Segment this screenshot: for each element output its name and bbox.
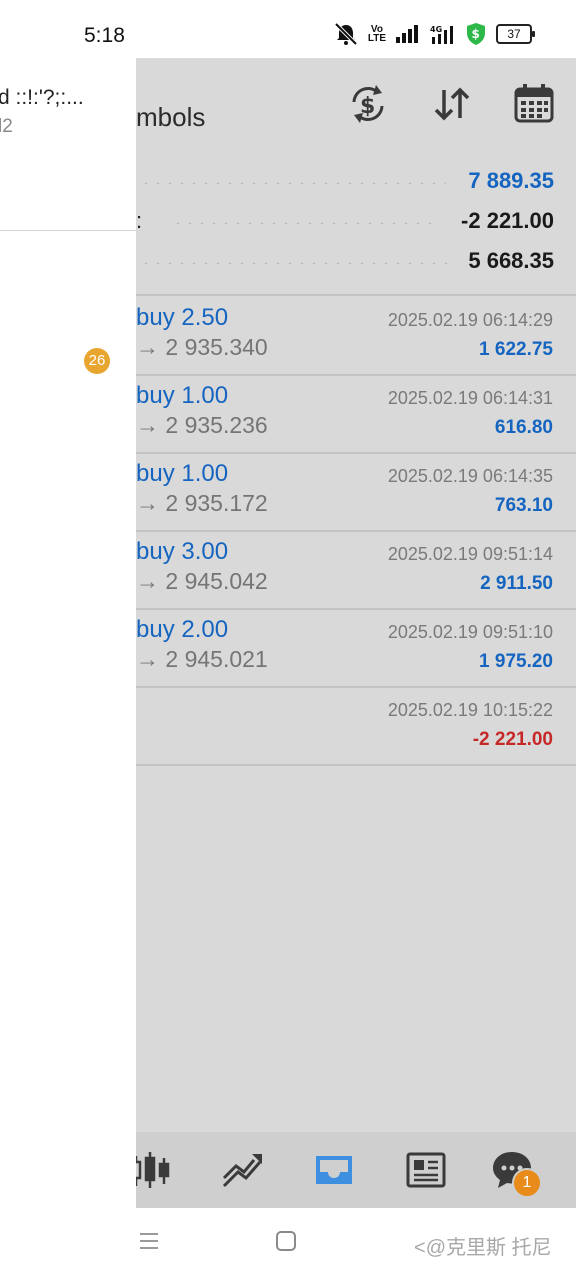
trade-row[interactable]: buy 2.50 → 2 935.340 2025.02.19 06:14:29… — [136, 296, 576, 376]
page-title: mbols — [136, 102, 206, 132]
trade-history-screen: mbols $ 7 889.35 : -2 221.00 5 668.35 bu… — [136, 58, 576, 1208]
dot-leader — [140, 182, 446, 184]
summary-label: : — [136, 208, 143, 233]
trade-type: buy 2.00 — [136, 616, 229, 643]
svg-text:$: $ — [360, 94, 375, 119]
trade-profit: 1 975.20 — [479, 651, 553, 672]
watermark-text: @克里斯 托尼 — [425, 1237, 552, 1259]
summary-row-balance: 5 668.35 — [136, 248, 554, 278]
trade-price: → 2 945.021 — [136, 646, 268, 672]
trade-time: 2025.02.19 09:51:10 — [387, 622, 553, 642]
trade-time: 2025.02.19 10:15:22 — [387, 700, 553, 720]
back-nav-icon[interactable]: < — [414, 1237, 426, 1259]
system-nav-bar: <@克里斯 托尼 — [0, 1208, 576, 1280]
side-drawer[interactable]: d ::!:'?;:... l2 26 — [0, 58, 136, 1208]
calendar-icon[interactable] — [512, 82, 556, 126]
trade-type: buy 1.00 — [136, 382, 229, 409]
currency-exchange-icon[interactable]: $ — [346, 82, 390, 126]
drawer-divider — [0, 230, 136, 231]
drawer-account-subtitle: l2 — [0, 116, 13, 137]
trade-time: 2025.02.19 06:14:29 — [387, 310, 553, 330]
trade-price: → 2 945.042 — [136, 568, 268, 594]
trade-time: 2025.02.19 06:14:31 — [387, 388, 553, 408]
trade-type: buy 2.50 — [136, 304, 229, 331]
trade-type: buy 1.00 — [136, 460, 229, 487]
status-bar: 5:18 Vo LTE 4G $ 37 — [0, 0, 576, 58]
dot-leader — [172, 222, 436, 224]
svg-text:$: $ — [472, 27, 480, 41]
trade-row[interactable]: buy 1.00 → 2 935.236 2025.02.19 06:14:31… — [136, 374, 576, 454]
home-nav-icon[interactable] — [275, 1230, 297, 1252]
summary-value: -2 221.00 — [461, 208, 554, 233]
trade-profit: -2 221.00 — [472, 729, 553, 750]
trade-profit: 616.80 — [494, 417, 553, 438]
drawer-notification-badge: 26 — [84, 348, 110, 374]
security-shield-icon: $ — [467, 23, 485, 45]
trade-time: 2025.02.19 06:14:35 — [387, 466, 553, 486]
balance-row[interactable]: 2025.02.19 10:15:22 -2 221.00 — [136, 686, 576, 766]
trade-row[interactable]: buy 1.00 → 2 935.172 2025.02.19 06:14:35… — [136, 452, 576, 532]
trade-time: 2025.02.19 09:51:14 — [387, 544, 553, 564]
trade-price: → 2 935.236 — [136, 412, 268, 438]
battery-indicator: 37 — [496, 24, 535, 44]
drawer-account-title[interactable]: d ::!:'?;:... — [0, 86, 84, 110]
signal-icon — [396, 25, 418, 43]
summary-row-deposit: : -2 221.00 — [136, 208, 554, 238]
summary-value: 7 889.35 — [468, 168, 554, 193]
mute-icon — [334, 22, 358, 46]
trade-type: buy 3.00 — [136, 538, 229, 565]
signal-4g-icon: 4G — [430, 25, 453, 44]
trade-price: → 2 935.172 — [136, 490, 268, 516]
trade-row[interactable]: buy 2.00 → 2 945.021 2025.02.19 09:51:10… — [136, 608, 576, 688]
chat-notification-badge: 1 — [512, 1168, 542, 1198]
svg-text:4G: 4G — [430, 25, 442, 34]
watermark: <@克里斯 托尼 — [414, 1231, 552, 1260]
trade-profit: 1 622.75 — [479, 339, 553, 360]
trade-profit: 2 911.50 — [480, 573, 553, 594]
volte-indicator: Vo LTE — [367, 24, 386, 44]
menu-nav-icon[interactable] — [138, 1230, 160, 1252]
quotes-candles-icon[interactable] — [136, 1146, 176, 1194]
summary-value: 5 668.35 — [468, 248, 554, 273]
status-time: 5:18 — [84, 24, 125, 47]
trade-profit: 763.10 — [494, 495, 553, 516]
bottom-tab-bar: 1 — [136, 1132, 576, 1208]
summary-row-profit: 7 889.35 — [136, 168, 554, 198]
trade-row[interactable]: buy 3.00 → 2 945.042 2025.02.19 09:51:14… — [136, 530, 576, 610]
trade-inbox-icon[interactable] — [310, 1146, 358, 1194]
news-icon[interactable] — [402, 1146, 450, 1194]
status-icons: Vo LTE 4G $ 37 — [333, 22, 535, 46]
trade-price: → 2 935.340 — [136, 334, 268, 360]
sort-icon[interactable] — [430, 82, 474, 126]
dot-leader — [140, 262, 452, 264]
chart-trend-icon[interactable] — [218, 1146, 266, 1194]
